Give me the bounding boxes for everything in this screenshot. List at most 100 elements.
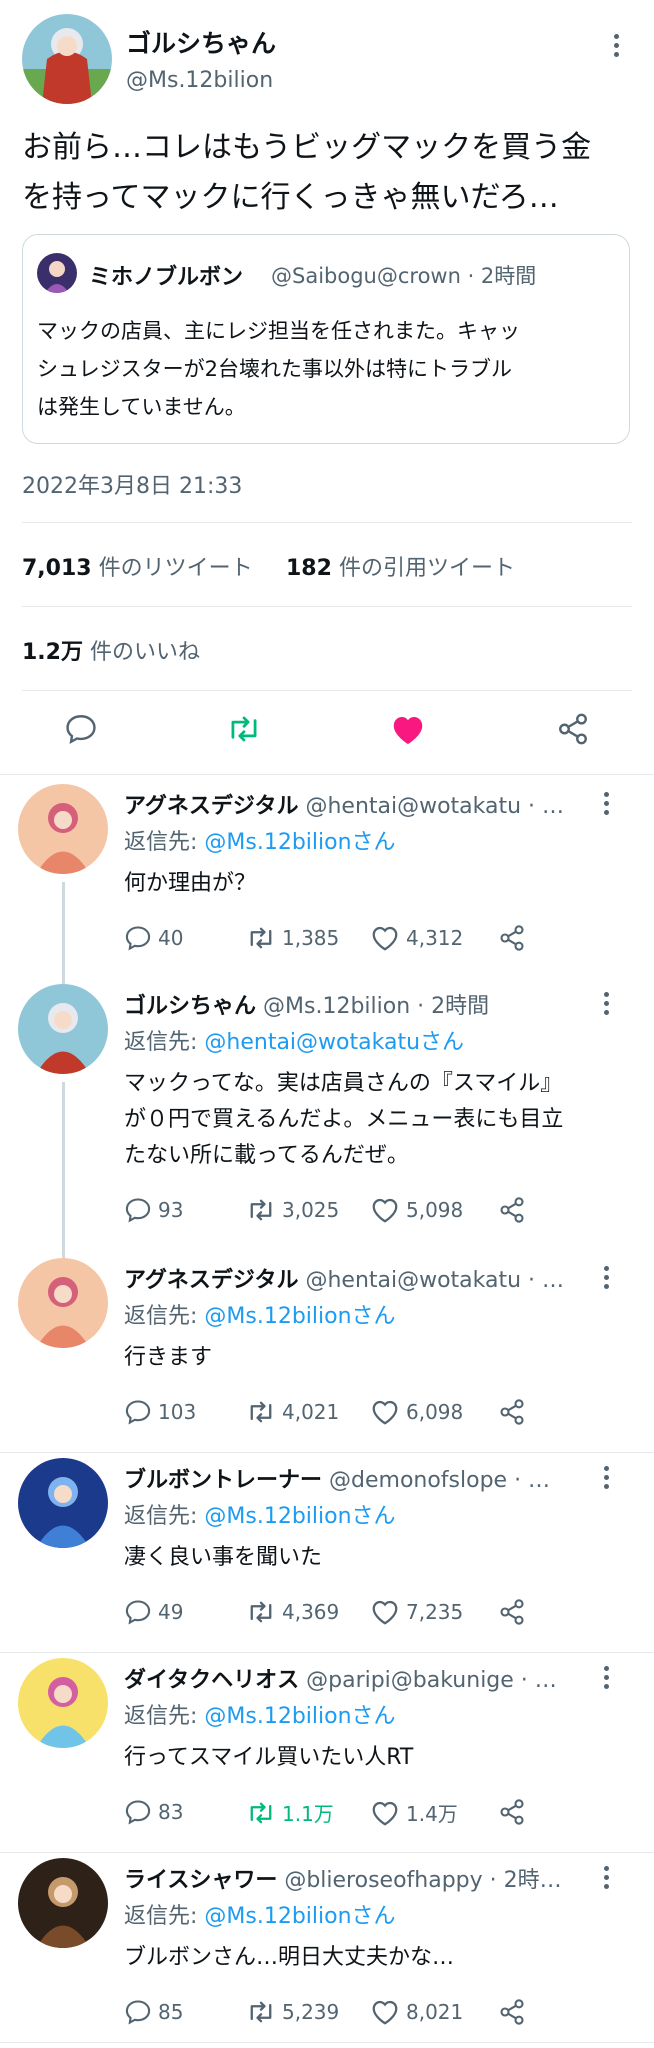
like-count-button[interactable]: 4,312 bbox=[370, 924, 463, 952]
reply-header[interactable]: アグネスデジタル @hentai@wotakatu · … bbox=[124, 788, 594, 820]
like-count-button[interactable]: 8,021 bbox=[370, 1998, 463, 2026]
replying-to-user-link[interactable]: @hentai@wotakatuさん bbox=[204, 1030, 464, 1055]
reply-tweet[interactable]: ダイタクヘリオス @paripi@bakunige · … 返信先: @Ms.12… bbox=[0, 1658, 654, 1858]
reply-avatar[interactable] bbox=[18, 1858, 108, 1948]
reply-text: 何か理由が？ bbox=[124, 866, 614, 902]
replying-to: 返信先: @Ms.12bilionさん bbox=[124, 1298, 396, 1330]
replying-to-user-link[interactable]: @Ms.12bilionさん bbox=[204, 1504, 395, 1529]
share-icon bbox=[500, 1399, 524, 1425]
retweet-button[interactable] bbox=[226, 712, 262, 750]
more-options-icon[interactable] bbox=[604, 792, 610, 818]
reply-author-name: アグネスデジタル bbox=[124, 1268, 299, 1293]
replying-to: 返信先: @Ms.12bilionさん bbox=[124, 1698, 396, 1730]
like-count: 4,312 bbox=[406, 926, 464, 950]
thread-line bbox=[62, 882, 65, 988]
reply-avatar[interactable] bbox=[18, 1658, 108, 1748]
retweet-count-button[interactable]: 1,385 bbox=[246, 924, 339, 952]
more-options-icon[interactable] bbox=[604, 992, 610, 1018]
heart-icon bbox=[372, 1801, 398, 1826]
reply-header[interactable]: ライスシャワー @blieroseofhappy · 2時… bbox=[124, 1862, 594, 1894]
more-options-icon[interactable] bbox=[604, 1466, 610, 1492]
heart-icon bbox=[372, 1198, 398, 1223]
replying-to-user-link[interactable]: @Ms.12bilionさん bbox=[204, 1704, 395, 1729]
reply-text-line: 行きます bbox=[124, 1345, 213, 1370]
reply-tweet[interactable]: アグネスデジタル @hentai@wotakatu · … 返信先: @Ms.12… bbox=[0, 784, 654, 988]
retweet-count-button[interactable]: 5,239 bbox=[246, 1998, 339, 2026]
divider bbox=[0, 1452, 654, 1453]
quoted-handle-time: @Saibogu@crown · 2時間 bbox=[271, 264, 537, 288]
quoted-text-line-3: は発生していません。 bbox=[37, 395, 246, 419]
retweet-count-button[interactable]: 1.1万 bbox=[246, 1798, 334, 1827]
more-options-icon[interactable] bbox=[604, 1666, 610, 1692]
share-button[interactable] bbox=[498, 924, 532, 952]
more-options-icon[interactable] bbox=[604, 1266, 610, 1292]
more-options-icon[interactable] bbox=[614, 34, 620, 60]
retweet-count-button[interactable]: 4,369 bbox=[246, 1598, 339, 1626]
retweet-stats[interactable]: 7,013 件のリツイート bbox=[22, 550, 253, 582]
reply-count-button[interactable]: 40 bbox=[124, 924, 183, 952]
like-count-button[interactable]: 6,098 bbox=[370, 1398, 463, 1426]
reply-tweet[interactable]: ブルボントレーナー @demonofslope · … 返信先: @Ms.12bi… bbox=[0, 1458, 654, 1658]
reply-count-button[interactable]: 93 bbox=[124, 1196, 183, 1224]
author-avatar[interactable] bbox=[22, 14, 112, 104]
share-icon bbox=[500, 1599, 524, 1625]
reply-avatar[interactable] bbox=[18, 1258, 108, 1348]
like-button[interactable] bbox=[390, 712, 426, 750]
reply-avatar[interactable] bbox=[18, 1458, 108, 1548]
replying-to-user-link[interactable]: @Ms.12bilionさん bbox=[204, 1304, 395, 1329]
quote-stats[interactable]: 182 件の引用ツイート bbox=[286, 550, 515, 582]
more-options-icon[interactable] bbox=[604, 1866, 610, 1892]
like-count-button[interactable]: 5,098 bbox=[370, 1196, 463, 1224]
reply-author-name: ゴルシちゃん bbox=[124, 994, 257, 1019]
reply-header[interactable]: アグネスデジタル @hentai@wotakatu · … bbox=[124, 1262, 594, 1294]
share-button[interactable] bbox=[498, 1598, 532, 1626]
reply-avatar[interactable] bbox=[18, 784, 108, 874]
reply-count-button[interactable]: 85 bbox=[124, 1998, 183, 2026]
reply-count-button[interactable]: 103 bbox=[124, 1398, 196, 1426]
reply-header[interactable]: ブルボントレーナー @demonofslope · … bbox=[124, 1462, 594, 1494]
share-button[interactable] bbox=[556, 712, 590, 750]
reply-header[interactable]: ダイタクヘリオス @paripi@bakunige · … bbox=[124, 1662, 594, 1694]
reply-button[interactable] bbox=[64, 712, 98, 750]
reply-text-line: が０円で買えるんだよ。メニュー表にも目立 bbox=[124, 1107, 564, 1132]
divider bbox=[22, 690, 632, 691]
retweet-count: 4,021 bbox=[282, 1400, 340, 1424]
reply-header[interactable]: ゴルシちゃん @Ms.12bilion · 2時間 bbox=[124, 988, 594, 1020]
share-button[interactable] bbox=[498, 1998, 532, 2026]
author-handle[interactable]: @Ms.12bilion bbox=[126, 68, 273, 93]
quoted-tweet[interactable]: ミホノブルボン @Saibogu@crown · 2時間 マックの店員、主にレジ… bbox=[22, 234, 630, 444]
like-count-button[interactable]: 1.4万 bbox=[370, 1798, 458, 1827]
reply-tweet[interactable]: アグネスデジタル @hentai@wotakatu · … 返信先: @Ms.12… bbox=[0, 1258, 654, 1458]
reply-author-name: ブルボントレーナー bbox=[124, 1468, 323, 1493]
divider bbox=[0, 774, 654, 775]
share-button[interactable] bbox=[498, 1798, 532, 1826]
retweet-icon bbox=[250, 927, 272, 949]
reply-icon bbox=[125, 926, 151, 951]
replying-to-user-link[interactable]: @Ms.12bilionさん bbox=[204, 1904, 395, 1929]
like-count: 1.4万 bbox=[406, 1802, 458, 1826]
retweet-count-button[interactable]: 3,025 bbox=[246, 1196, 339, 1224]
replying-to-prefix: 返信先: bbox=[124, 1904, 205, 1929]
like-count: 6,098 bbox=[406, 1400, 464, 1424]
reply-count: 85 bbox=[158, 2000, 184, 2024]
like-count-button[interactable]: 7,235 bbox=[370, 1598, 463, 1626]
replying-to-user-link[interactable]: @Ms.12bilionさん bbox=[204, 830, 395, 855]
replying-to: 返信先: @Ms.12bilionさん bbox=[124, 824, 396, 856]
reply-count-button[interactable]: 49 bbox=[124, 1598, 183, 1626]
retweet-count-button[interactable]: 4,021 bbox=[246, 1398, 339, 1426]
reply-tweet[interactable]: ライスシャワー @blieroseofhappy · 2時… 返信先: @Ms.1… bbox=[0, 1858, 654, 2048]
heart-icon bbox=[372, 2000, 398, 2025]
retweets-count: 7,013 bbox=[22, 556, 92, 581]
divider bbox=[0, 1652, 654, 1653]
likes-label: 件のいいね bbox=[89, 640, 200, 665]
share-button[interactable] bbox=[498, 1196, 532, 1224]
retweet-count: 3,025 bbox=[282, 1198, 340, 1222]
reply-count-button[interactable]: 83 bbox=[124, 1798, 183, 1826]
reply-text-line: ブルボンさん…明日大丈夫かな… bbox=[124, 1945, 455, 1970]
like-stats[interactable]: 1.2万 件のいいね bbox=[22, 634, 200, 666]
reply-tweet[interactable]: ゴルシちゃん @Ms.12bilion · 2時間 返信先: @hentai@wo… bbox=[0, 984, 654, 1262]
reply-avatar[interactable] bbox=[18, 984, 108, 1074]
author-name[interactable]: ゴルシちゃん bbox=[126, 24, 276, 60]
share-button[interactable] bbox=[498, 1398, 532, 1426]
tweet-timestamp[interactable]: 2022年3月8日 21:33 bbox=[22, 468, 242, 500]
